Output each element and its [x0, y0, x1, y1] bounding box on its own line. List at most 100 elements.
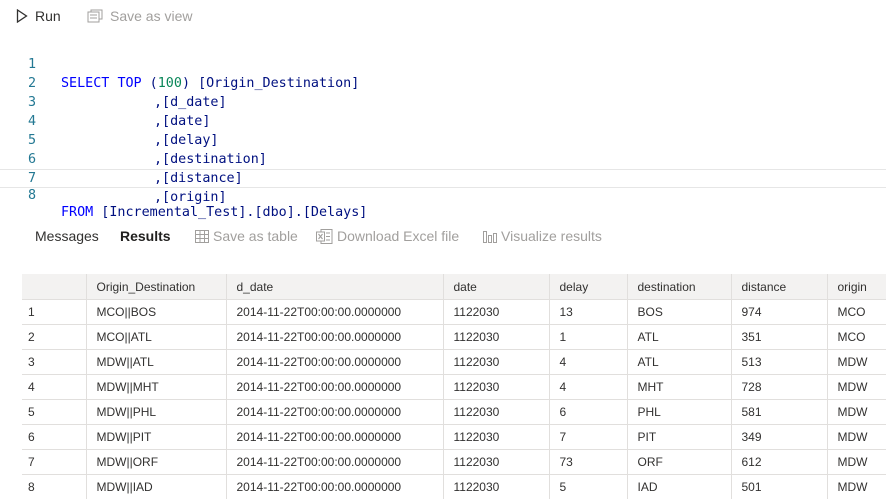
delay-cell[interactable]: 4 [549, 350, 627, 375]
header-delay[interactable]: delay [549, 274, 627, 300]
row-number[interactable]: 6 [22, 425, 86, 450]
code-line: 5 ,[destination] [0, 112, 886, 131]
save-as-view-label: Save as view [110, 8, 192, 24]
code-line: 4 ,[delay] [0, 93, 886, 112]
distance-cell[interactable]: 513 [731, 350, 827, 375]
table-row[interactable]: 2MCO||ATL2014-11-22T00:00:00.00000001122… [22, 325, 886, 350]
d-date-cell[interactable]: 2014-11-22T00:00:00.0000000 [226, 425, 443, 450]
code-line: 7 ,[origin] [0, 150, 886, 169]
distance-cell[interactable]: 351 [731, 325, 827, 350]
code-line: 2 ,[d_date] [0, 55, 886, 74]
excel-icon [316, 229, 333, 244]
destination-cell[interactable]: PHL [627, 400, 731, 425]
delay-cell[interactable]: 73 [549, 450, 627, 475]
d-date-cell[interactable]: 2014-11-22T00:00:00.0000000 [226, 300, 443, 325]
date-cell[interactable]: 1122030 [443, 350, 549, 375]
distance-cell[interactable]: 612 [731, 450, 827, 475]
results-grid: Origin_Destination d_date date delay des… [22, 274, 886, 499]
d-date-cell[interactable]: 2014-11-22T00:00:00.0000000 [226, 450, 443, 475]
code-line: 1 SELECT TOP (100) [Origin_Destination] [0, 36, 886, 55]
download-excel-label: Download Excel file [337, 228, 459, 244]
origin-cell[interactable]: MDW [827, 350, 886, 375]
download-excel-button[interactable]: Download Excel file [316, 228, 459, 244]
destination-cell[interactable]: MHT [627, 375, 731, 400]
delay-cell[interactable]: 7 [549, 425, 627, 450]
save-as-view-button[interactable]: Save as view [87, 8, 192, 24]
play-icon [16, 9, 28, 23]
d-date-cell[interactable]: 2014-11-22T00:00:00.0000000 [226, 375, 443, 400]
d-date-cell[interactable]: 2014-11-22T00:00:00.0000000 [226, 350, 443, 375]
origin-cell[interactable]: MDW [827, 425, 886, 450]
row-number[interactable]: 1 [22, 300, 86, 325]
row-number[interactable]: 2 [22, 325, 86, 350]
origin-destination-cell[interactable]: MDW||PHL [86, 400, 226, 425]
destination-cell[interactable]: PIT [627, 425, 731, 450]
distance-cell[interactable]: 581 [731, 400, 827, 425]
origin-destination-cell[interactable]: MDW||PIT [86, 425, 226, 450]
origin-destination-cell[interactable]: MDW||MHT [86, 375, 226, 400]
bar-chart-icon [483, 230, 497, 243]
origin-cell[interactable]: MCO [827, 300, 886, 325]
origin-destination-cell[interactable]: MDW||ATL [86, 350, 226, 375]
origin-cell[interactable]: MCO [827, 325, 886, 350]
table-row[interactable]: 4MDW||MHT2014-11-22T00:00:00.00000001122… [22, 375, 886, 400]
d-date-cell[interactable]: 2014-11-22T00:00:00.0000000 [226, 400, 443, 425]
delay-cell[interactable]: 4 [549, 375, 627, 400]
header-row: Origin_Destination d_date date delay des… [22, 274, 886, 300]
distance-cell[interactable]: 728 [731, 375, 827, 400]
run-label: Run [35, 8, 61, 24]
date-cell[interactable]: 1122030 [443, 375, 549, 400]
table-row[interactable]: 3MDW||ATL2014-11-22T00:00:00.00000001122… [22, 350, 886, 375]
destination-cell[interactable]: ATL [627, 325, 731, 350]
table-row[interactable]: 6MDW||PIT2014-11-22T00:00:00.00000001122… [22, 425, 886, 450]
header-date[interactable]: date [443, 274, 549, 300]
d-date-cell[interactable]: 2014-11-22T00:00:00.0000000 [226, 325, 443, 350]
tab-results[interactable]: Results [120, 228, 171, 244]
keyword-from: FROM [61, 205, 93, 220]
destination-cell[interactable]: ATL [627, 350, 731, 375]
origin-destination-cell[interactable]: MCO||BOS [86, 300, 226, 325]
origin-destination-cell[interactable]: MDW||ORF [86, 450, 226, 475]
header-origin-destination[interactable]: Origin_Destination [86, 274, 226, 300]
line-number: 8 [0, 187, 36, 204]
origin-destination-cell[interactable]: MCO||ATL [86, 325, 226, 350]
visualize-results-button[interactable]: Visualize results [483, 228, 602, 244]
header-destination[interactable]: destination [627, 274, 731, 300]
table-row[interactable]: 7MDW||ORF2014-11-22T00:00:00.00000001122… [22, 450, 886, 475]
table-name: [Incremental_Test].[dbo].[Delays] [93, 205, 367, 220]
save-view-icon [87, 9, 103, 23]
save-as-table-label: Save as table [213, 228, 298, 244]
date-cell[interactable]: 1122030 [443, 300, 549, 325]
distance-cell[interactable]: 974 [731, 300, 827, 325]
distance-cell[interactable]: 349 [731, 425, 827, 450]
date-cell[interactable]: 1122030 [443, 400, 549, 425]
row-number[interactable]: 7 [22, 450, 86, 475]
header-origin[interactable]: origin [827, 274, 886, 300]
sql-editor[interactable]: 1 SELECT TOP (100) [Origin_Destination] … [0, 36, 886, 194]
code-line: 3 ,[date] [0, 74, 886, 93]
delay-cell[interactable]: 13 [549, 300, 627, 325]
header-row-number[interactable] [22, 274, 86, 300]
table-row[interactable]: 1MCO||BOS2014-11-22T00:00:00.00000001122… [22, 300, 886, 325]
delay-cell[interactable]: 6 [549, 400, 627, 425]
row-number[interactable]: 3 [22, 350, 86, 375]
date-cell[interactable]: 1122030 [443, 325, 549, 350]
row-number[interactable]: 4 [22, 375, 86, 400]
origin-cell[interactable]: MDW [827, 375, 886, 400]
origin-cell[interactable]: MDW [827, 450, 886, 475]
date-cell[interactable]: 1122030 [443, 450, 549, 475]
delay-cell[interactable]: 1 [549, 325, 627, 350]
origin-cell[interactable]: MDW [827, 400, 886, 425]
table-icon [195, 230, 209, 243]
row-number[interactable]: 5 [22, 400, 86, 425]
header-d-date[interactable]: d_date [226, 274, 443, 300]
date-cell[interactable]: 1122030 [443, 425, 549, 450]
header-distance[interactable]: distance [731, 274, 827, 300]
run-button[interactable]: Run [16, 8, 61, 24]
save-as-table-button[interactable]: Save as table [195, 228, 298, 244]
destination-cell[interactable]: ORF [627, 450, 731, 475]
table-row[interactable]: 5MDW||PHL2014-11-22T00:00:00.00000001122… [22, 400, 886, 425]
code-line-active: 8 FROM [Incremental_Test].[dbo].[Delays] [0, 169, 886, 188]
tab-messages[interactable]: Messages [35, 228, 99, 244]
destination-cell[interactable]: BOS [627, 300, 731, 325]
